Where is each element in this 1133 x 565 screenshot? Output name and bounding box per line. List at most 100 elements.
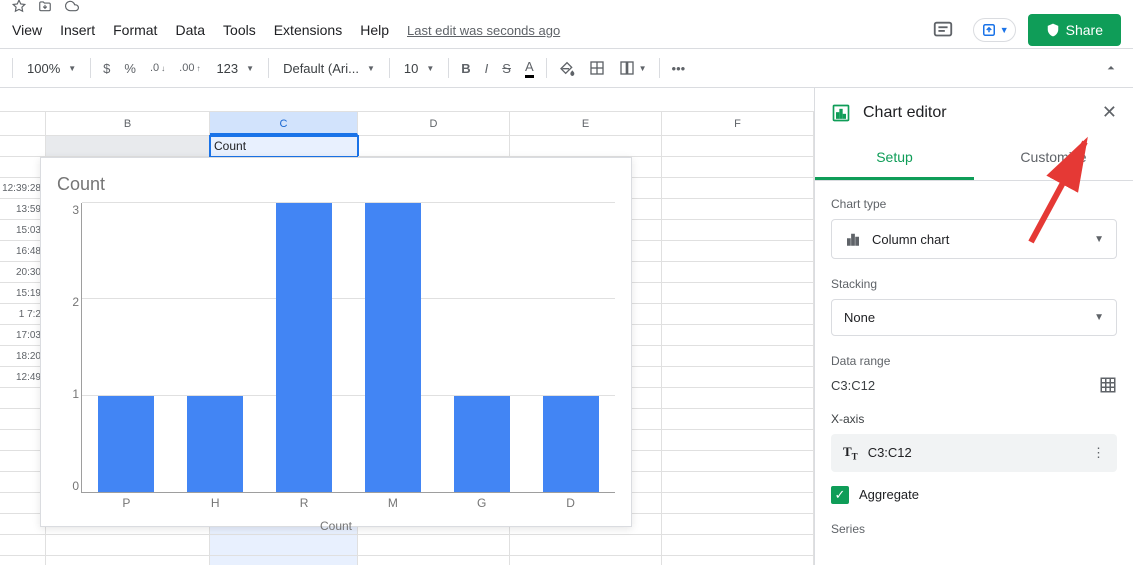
chart-type-dropdown[interactable]: Column chart ▼: [831, 219, 1117, 259]
cell[interactable]: [662, 451, 814, 472]
cell[interactable]: [358, 556, 510, 565]
cell[interactable]: [662, 241, 814, 262]
col-header-f[interactable]: F: [662, 112, 814, 135]
italic-btn[interactable]: I: [479, 57, 495, 80]
cell[interactable]: [210, 556, 358, 565]
spreadsheet-area[interactable]: B C D E F Count12:39:28P13:5915:0316:482…: [0, 88, 814, 565]
stacking-dropdown[interactable]: None ▼: [831, 299, 1117, 336]
cell[interactable]: [662, 346, 814, 367]
share-button[interactable]: Share: [1028, 14, 1121, 46]
grid-select-icon[interactable]: [1099, 376, 1117, 394]
menu-data[interactable]: Data: [175, 22, 205, 38]
menu-view[interactable]: View: [12, 22, 42, 38]
cell[interactable]: [46, 556, 210, 565]
menu-format[interactable]: Format: [113, 22, 157, 38]
text-type-icon: TT: [843, 444, 858, 462]
col-header-c[interactable]: C: [210, 112, 358, 135]
cell[interactable]: [662, 262, 814, 283]
share-label: Share: [1066, 22, 1103, 38]
chart-icon: [831, 103, 851, 123]
aggregate-checkbox[interactable]: ✓: [831, 486, 849, 504]
chart-bar[interactable]: [365, 203, 421, 492]
comment-history-icon[interactable]: [925, 12, 961, 48]
chart-bar-label: R: [300, 496, 309, 510]
col-header-d[interactable]: D: [358, 112, 510, 135]
cell[interactable]: [662, 388, 814, 409]
cell[interactable]: [662, 178, 814, 199]
close-icon[interactable]: ✕: [1102, 102, 1117, 123]
cell[interactable]: [510, 535, 662, 556]
cell[interactable]: [662, 493, 814, 514]
chart-bar-label: H: [211, 496, 220, 510]
tab-setup[interactable]: Setup: [815, 137, 974, 180]
cell[interactable]: [662, 430, 814, 451]
cell[interactable]: [358, 535, 510, 556]
cell[interactable]: [510, 556, 662, 565]
cell[interactable]: [662, 535, 814, 556]
text-color-btn[interactable]: A: [519, 55, 540, 82]
chart-bar[interactable]: [98, 396, 154, 492]
cell[interactable]: [662, 157, 814, 178]
xaxis-label: X-axis: [831, 412, 1117, 426]
panel-title: Chart editor: [863, 104, 1090, 122]
merge-btn[interactable]: ▼: [613, 56, 653, 80]
cell[interactable]: [662, 136, 814, 157]
cell[interactable]: [46, 136, 210, 157]
cell[interactable]: [210, 535, 358, 556]
present-button-group[interactable]: ▼: [973, 18, 1016, 42]
cell[interactable]: [662, 325, 814, 346]
cell[interactable]: [662, 220, 814, 241]
xaxis-chip[interactable]: TT C3:C12 ⋮: [831, 434, 1117, 472]
more-options-icon[interactable]: ⋮: [1092, 445, 1105, 461]
collapse-toolbar-btn[interactable]: [1097, 56, 1125, 80]
fill-color-btn[interactable]: [553, 56, 581, 80]
cell[interactable]: [662, 283, 814, 304]
row-header[interactable]: [0, 535, 46, 556]
menu-insert[interactable]: Insert: [60, 22, 95, 38]
row-header[interactable]: [0, 556, 46, 565]
chart-bar[interactable]: [276, 203, 332, 492]
cell[interactable]: [662, 199, 814, 220]
star-icon[interactable]: [12, 0, 26, 13]
menu-extensions[interactable]: Extensions: [274, 22, 342, 38]
font-dropdown[interactable]: Default (Ari...▼: [275, 57, 383, 80]
strike-btn[interactable]: S: [496, 57, 517, 80]
cell[interactable]: [662, 367, 814, 388]
cell[interactable]: [662, 514, 814, 535]
chart-xlabel: Count: [57, 519, 615, 533]
cloud-icon[interactable]: [64, 0, 80, 13]
percent-btn[interactable]: %: [118, 57, 142, 80]
cell[interactable]: [358, 136, 510, 157]
chart-bar[interactable]: [543, 396, 599, 492]
currency-btn[interactable]: $: [97, 57, 116, 80]
chart-object[interactable]: Count 3210 PHRMGD Count: [40, 157, 632, 527]
chart-bar[interactable]: [454, 396, 510, 492]
dec-increase-btn[interactable]: .00↑: [173, 58, 206, 78]
cell[interactable]: [662, 556, 814, 565]
data-range-value[interactable]: C3:C12: [831, 378, 875, 393]
cell[interactable]: [46, 535, 210, 556]
stacking-label: Stacking: [831, 277, 1117, 291]
row-header[interactable]: [0, 136, 46, 157]
cell[interactable]: [662, 304, 814, 325]
cell[interactable]: [510, 136, 662, 157]
chart-bar[interactable]: [187, 396, 243, 492]
num-format-dropdown[interactable]: 123▼: [208, 57, 262, 80]
borders-btn[interactable]: [583, 56, 611, 80]
bold-btn[interactable]: B: [455, 57, 476, 80]
data-range-label: Data range: [831, 354, 1117, 368]
last-edit-link[interactable]: Last edit was seconds ago: [407, 23, 560, 38]
tab-customise[interactable]: Customise: [974, 137, 1133, 180]
zoom-dropdown[interactable]: 100%▼: [19, 57, 84, 80]
menu-help[interactable]: Help: [360, 22, 389, 38]
move-folder-icon[interactable]: [38, 0, 52, 13]
col-header-b[interactable]: B: [46, 112, 210, 135]
col-header-e[interactable]: E: [510, 112, 662, 135]
cell[interactable]: [662, 409, 814, 430]
cell[interactable]: Count: [210, 136, 358, 157]
menu-tools[interactable]: Tools: [223, 22, 256, 38]
cell[interactable]: [662, 472, 814, 493]
dec-decrease-btn[interactable]: .0↓: [144, 58, 171, 78]
font-size-dropdown[interactable]: 10▼: [396, 57, 442, 80]
more-btn[interactable]: •••: [666, 57, 692, 80]
